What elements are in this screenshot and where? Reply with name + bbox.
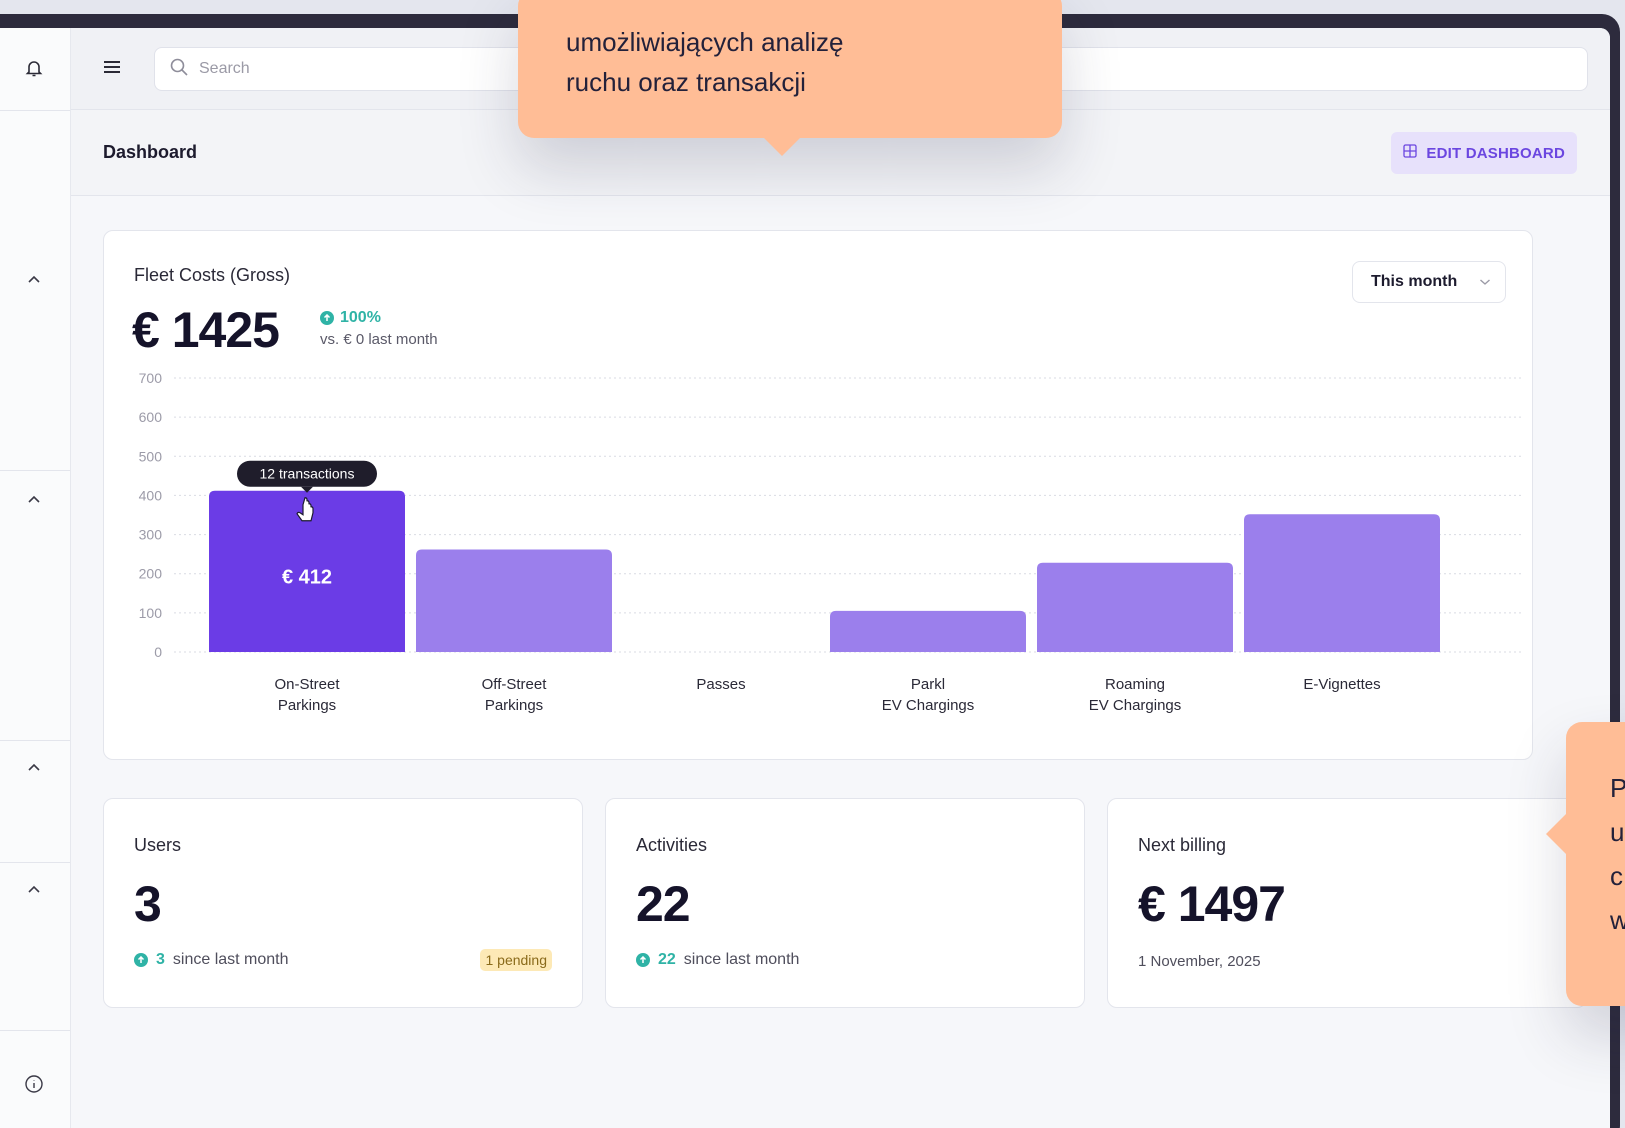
bar	[416, 549, 612, 652]
bar	[1244, 514, 1440, 652]
chevron-down-icon	[1479, 273, 1491, 291]
callout-text-line: w	[1610, 905, 1625, 935]
activities-delta-text: since last month	[683, 951, 800, 968]
period-select[interactable]: This month	[1352, 261, 1506, 303]
callout-text-line: c	[1610, 861, 1623, 891]
bar-value-label: € 412	[282, 567, 332, 589]
billing-value: € 1497	[1138, 876, 1286, 932]
fleet-costs-title: Fleet Costs (Gross)	[134, 265, 291, 285]
billing-title: Next billing	[1138, 835, 1227, 855]
hamburger-menu-icon[interactable]	[101, 56, 125, 80]
x-tick-label: Parkl	[911, 676, 945, 693]
callout-text-line: ruchu oraz transakcji	[566, 67, 806, 97]
fleet-costs-delta-value: 100%	[340, 309, 381, 326]
sidebar-rail	[0, 28, 71, 1128]
app-screen: Dashboard EDIT DASHBOARD Fleet Costs (Gr…	[0, 28, 1610, 1128]
chevron-up-icon[interactable]	[22, 488, 46, 512]
users-title: Users	[134, 835, 182, 855]
activities-card: Activities 22 22 since last month	[605, 798, 1085, 1008]
fleet-costs-comparison: vs. € 0 last month	[320, 331, 438, 348]
bar	[830, 610, 1026, 652]
users-card: Users 3 3 since last month 1 pending	[103, 798, 583, 1008]
callout-text-line: umożliwiających analizę	[566, 27, 844, 57]
x-tick-label: Parkings	[278, 697, 336, 714]
callout-text-line: P	[1610, 773, 1625, 803]
fleet-costs-card: Fleet Costs (Gross) € 1425 100% vs. € 0 …	[103, 230, 1533, 760]
callout-top: umożliwiających analizę ruchu oraz trans…	[518, 0, 1062, 156]
fleet-costs-value: € 1425	[132, 302, 280, 358]
bell-icon[interactable]	[22, 56, 46, 80]
activities-value: 22	[636, 876, 691, 932]
y-tick-label: 200	[139, 566, 163, 582]
chevron-up-icon[interactable]	[22, 878, 46, 902]
period-select-value: This month	[1371, 273, 1458, 290]
rail-divider	[0, 470, 70, 471]
activities-delta-value: 22	[658, 951, 676, 968]
activities-delta: 22 since last month	[636, 951, 799, 969]
arrow-up-icon	[320, 311, 334, 325]
arrow-up-icon	[636, 953, 650, 967]
y-tick-label: 100	[139, 605, 163, 621]
x-tick-label: Roaming	[1105, 676, 1165, 693]
fleet-costs-bar-chart: 0 100 200 300 400 500 600 700 On-Street Parkings O…	[139, 370, 1524, 714]
x-tick-label: Parkings	[485, 697, 543, 714]
billing-card: Next billing € 1497 1 November, 2025	[1107, 798, 1587, 1008]
y-tick-label: 500	[139, 448, 163, 464]
rail-divider	[0, 1030, 70, 1031]
x-tick-label: On-Street	[274, 676, 340, 693]
users-delta: 3 since last month	[134, 951, 289, 969]
y-tick-label: 400	[139, 487, 163, 503]
billing-date: 1 November, 2025	[1138, 953, 1261, 970]
rail-divider	[0, 110, 70, 111]
bar	[1037, 562, 1233, 652]
callout-right: P u c w	[1546, 722, 1625, 1006]
search-icon	[169, 57, 189, 82]
edit-dashboard-button[interactable]: EDIT DASHBOARD	[1391, 132, 1577, 174]
info-icon[interactable]	[22, 1072, 46, 1096]
x-tick-label: EV Chargings	[882, 697, 975, 714]
chevron-up-icon[interactable]	[22, 756, 46, 780]
callout-text-line: u	[1610, 817, 1625, 847]
y-tick-label: 600	[139, 409, 163, 425]
chevron-up-icon[interactable]	[22, 268, 46, 292]
y-tick-label: 700	[139, 370, 163, 386]
arrow-up-icon	[134, 953, 148, 967]
users-delta-text: since last month	[172, 951, 289, 968]
y-tick-label: 300	[139, 527, 163, 543]
rail-divider	[0, 862, 70, 863]
x-tick-label: Passes	[696, 676, 745, 693]
page-title: Dashboard	[103, 142, 198, 162]
x-tick-label: E-Vignettes	[1303, 676, 1380, 693]
tooltip-text: 12 transactions	[260, 466, 355, 482]
activities-title: Activities	[636, 835, 708, 855]
fleet-costs-delta: 100%	[320, 309, 381, 327]
grid-icon	[1403, 144, 1418, 162]
pending-badge[interactable]: 1 pending	[480, 949, 552, 971]
y-tick-label: 0	[154, 644, 162, 660]
edit-dashboard-label: EDIT DASHBOARD	[1426, 144, 1565, 162]
search-input[interactable]	[199, 60, 499, 78]
users-value: 3	[134, 876, 162, 932]
rail-divider	[0, 740, 70, 741]
x-tick-label: Off-Street	[482, 676, 548, 693]
x-tick-label: EV Chargings	[1089, 697, 1182, 714]
users-delta-value: 3	[156, 951, 165, 968]
